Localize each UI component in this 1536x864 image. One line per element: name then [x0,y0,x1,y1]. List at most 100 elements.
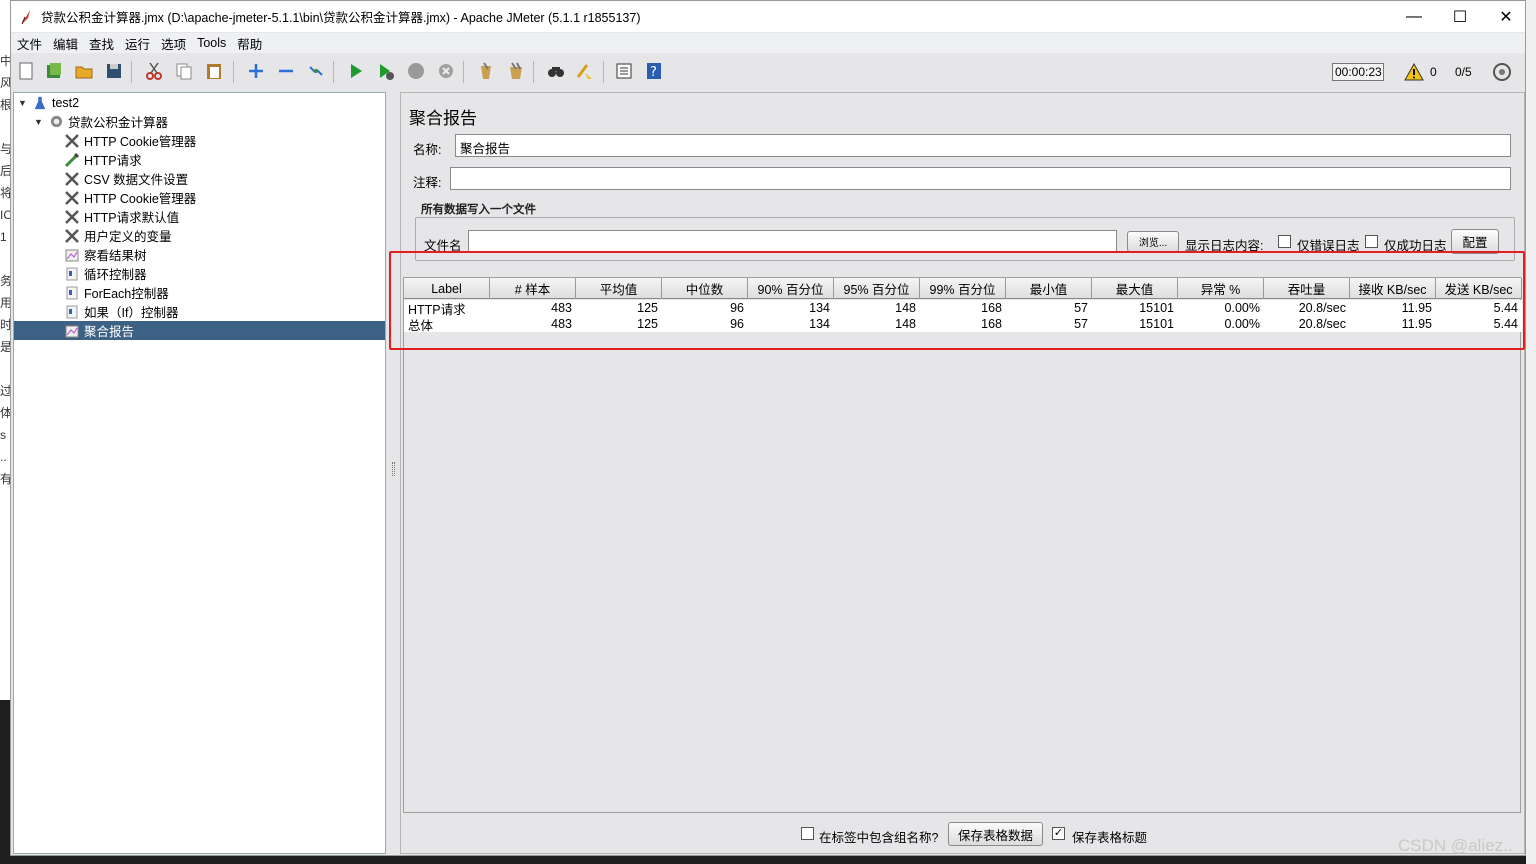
tree-node-item[interactable]: 循环控制器 [64,264,147,283]
comment-field[interactable] [450,167,1511,190]
controller-icon [64,285,80,301]
background-text: 时 [0,318,10,332]
csdn-watermark: CSDN @aliez.. [1398,836,1513,855]
results-table: Label # 样本 平均值 中位数 90% 百分位 95% 百分位 99% 百分位 最小值最… [403,277,1522,813]
include-group-name-checkbox[interactable] [801,827,814,840]
tree-node-label: 聚合报告 [84,325,135,339]
close-button[interactable]: ✕ [1483,1,1529,32]
test-plan-tree: ▼ test2 ▼ 贷款公积金计算器 HTTP Cookie管理器 HTTP请求 C… [13,92,386,854]
controller-icon [64,266,80,282]
stop-icon[interactable] [405,60,427,82]
menu-bar: 文件 编辑 查找 运行 选项 Tools 帮助 [11,33,1525,53]
open-icon[interactable] [73,60,95,82]
background-text [0,358,10,380]
collapse-arrow-icon[interactable]: ▼ [18,98,28,108]
jmeter-window: 贷款公积金计算器.jmx (D:\apache-jmeter-5.1.1\bin… [10,0,1526,856]
split-pane-divider[interactable] [390,92,398,854]
tree-node-label: 贷款公积金计算器 [68,116,169,130]
tree-node-item[interactable]: ForEach控制器 [64,283,169,302]
wrench-icon [64,171,80,187]
tree-node-item[interactable]: 聚合报告 [14,321,385,340]
function-helper-icon[interactable] [613,60,635,82]
tree-node-label: CSV 数据文件设置 [84,173,189,187]
menu-search[interactable]: 查找 [83,34,119,53]
background-text: 与 [0,142,10,156]
gear-icon [48,114,64,130]
copy-icon[interactable] [173,60,195,82]
background-text: 有 [0,472,10,486]
tree-node-test2[interactable]: ▼ test2 [18,93,79,112]
paste-icon[interactable] [203,60,225,82]
background-text: 是 [0,340,10,354]
save-table-button[interactable]: 保存表格数据 [948,822,1043,846]
background-text: 风 [0,76,10,90]
tree-node-label: HTTP Cookie管理器 [84,192,197,206]
collapse-arrow-icon[interactable]: ▼ [34,117,44,127]
menu-edit[interactable]: 编辑 [47,34,83,53]
wrench-icon [64,209,80,225]
clear-all-icon[interactable] [505,60,527,82]
toggle-icon[interactable] [305,60,327,82]
menu-tools[interactable]: Tools [191,36,231,50]
active-threads: 0/5 [1455,65,1472,79]
cut-icon[interactable] [143,60,165,82]
reset-search-icon[interactable] [573,60,595,82]
search-icon[interactable] [545,60,567,82]
filename-field[interactable] [468,230,1117,253]
menu-options[interactable]: 选项 [155,34,191,53]
background-text: 用 [0,296,10,310]
errors-only-checkbox[interactable] [1278,235,1291,248]
menu-run[interactable]: 运行 [119,34,155,53]
tree-node-item[interactable]: HTTP Cookie管理器 [64,131,196,150]
tree-node-item[interactable]: HTTP请求默认值 [64,207,179,226]
start-no-pause-icon[interactable] [375,60,397,82]
background-text: 将 [0,186,10,200]
save-header-checkbox[interactable]: ✓ [1052,827,1065,840]
minimize-button[interactable]: — [1391,1,1437,32]
jmeter-feather-icon [19,9,33,25]
menu-help[interactable]: 帮助 [231,34,267,53]
aggregate-report-panel: 聚合报告 名称: 聚合报告 注释: 所有数据写入一个文件 文件名 浏览... 显… [400,92,1525,854]
background-text: IC [0,208,10,222]
tree-node-item[interactable]: 察看结果树 [64,245,147,264]
graph-icon [64,247,80,263]
start-icon[interactable] [345,60,367,82]
tree-node-item[interactable]: HTTP请求 [64,150,142,169]
name-label: 名称: [413,143,442,157]
tree-node-label: 察看结果树 [84,249,147,263]
tree-node-label: test2 [52,95,80,110]
new-icon[interactable] [15,60,37,82]
wrench-icon [64,133,80,149]
toolbar: ? 00:00:23 0 0/5 [11,56,1525,88]
help-icon[interactable]: ? [643,60,665,82]
menu-file[interactable]: 文件 [11,34,47,53]
tree-node-label: HTTP请求默认值 [84,211,180,225]
remote-status-icon[interactable] [1491,61,1513,83]
wrench-icon [64,228,80,244]
clear-icon[interactable] [475,60,497,82]
success-only-checkbox[interactable] [1365,235,1378,248]
browse-button[interactable]: 浏览... [1127,231,1179,252]
name-field[interactable]: 聚合报告 [455,134,1511,157]
background-text: 务 [0,274,10,288]
tree-node-item[interactable]: 如果（If）控制器 [64,302,178,321]
tree-node-plan[interactable]: ▼ 贷款公积金计算器 [34,112,168,131]
tree-node-item[interactable]: CSV 数据文件设置 [64,169,188,188]
warning-icon[interactable] [1403,61,1425,83]
pipette-icon [64,152,80,168]
red-highlight-box [389,251,1525,350]
tree-node-item[interactable]: 用户定义的变量 [64,226,172,245]
templates-icon[interactable] [43,60,65,82]
wrench-icon [64,190,80,206]
maximize-button[interactable]: ☐ [1437,1,1483,32]
tree-node-item[interactable]: HTTP Cookie管理器 [64,188,196,207]
background-window-strip: 中风根与后将 IC 1 务用时是过体 s.. 有 [0,0,10,700]
controller-icon [64,304,80,320]
warning-count: 0 [1430,65,1437,79]
tree-node-label: 如果（If）控制器 [84,306,179,320]
expand-icon[interactable] [245,60,267,82]
save-icon[interactable] [103,60,125,82]
collapse-icon[interactable] [275,60,297,82]
tree-node-label: 循环控制器 [84,268,147,282]
shutdown-icon[interactable] [435,60,457,82]
